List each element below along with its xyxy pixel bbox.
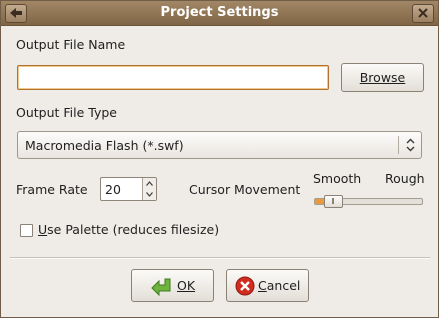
close-window-button[interactable]	[412, 4, 434, 23]
title-bar[interactable]: Project Settings	[1, 1, 438, 26]
browse-label: Browse	[359, 70, 406, 85]
slider-min-label: Smooth	[313, 171, 362, 186]
use-palette-checkbox[interactable]	[20, 224, 33, 237]
separator	[10, 257, 430, 259]
cursor-movement-label: Cursor Movement	[189, 182, 301, 197]
frame-rate-value: 20	[105, 182, 121, 197]
cursor-movement-slider[interactable]	[314, 195, 423, 208]
output-file-type-value: Macromedia Flash (*.swf)	[25, 138, 184, 153]
frame-rate-label: Frame Rate	[16, 182, 88, 197]
output-file-name-input[interactable]	[17, 65, 329, 90]
use-palette-label[interactable]: Use Palette (reduces filesize)	[38, 222, 219, 237]
combo-separator	[398, 136, 399, 154]
slider-max-label: Rough	[385, 171, 425, 186]
spin-up-icon[interactable]	[146, 181, 153, 186]
window-title: Project Settings	[160, 5, 279, 20]
cancel-label: Cancel	[258, 278, 301, 293]
browse-button[interactable]: Browse	[341, 63, 424, 92]
project-settings-dialog: Project Settings Output File Name Browse…	[0, 0, 439, 318]
spin-buttons	[142, 178, 156, 200]
spin-down-icon[interactable]	[146, 192, 153, 197]
ok-label: OK	[177, 278, 196, 293]
chevron-updown-icon	[406, 138, 415, 152]
slider-thumb[interactable]	[324, 195, 343, 208]
arrow-return-icon	[151, 278, 171, 296]
output-file-type-label: Output File Type	[16, 105, 117, 120]
cancel-button[interactable]: Cancel	[226, 269, 309, 302]
output-file-type-select[interactable]: Macromedia Flash (*.swf)	[17, 131, 422, 159]
cancel-icon	[235, 276, 255, 296]
output-file-name-label: Output File Name	[16, 37, 126, 52]
close-icon	[418, 8, 428, 18]
frame-rate-spinbutton[interactable]: 20	[100, 177, 157, 201]
ok-button[interactable]: OK	[131, 269, 214, 302]
